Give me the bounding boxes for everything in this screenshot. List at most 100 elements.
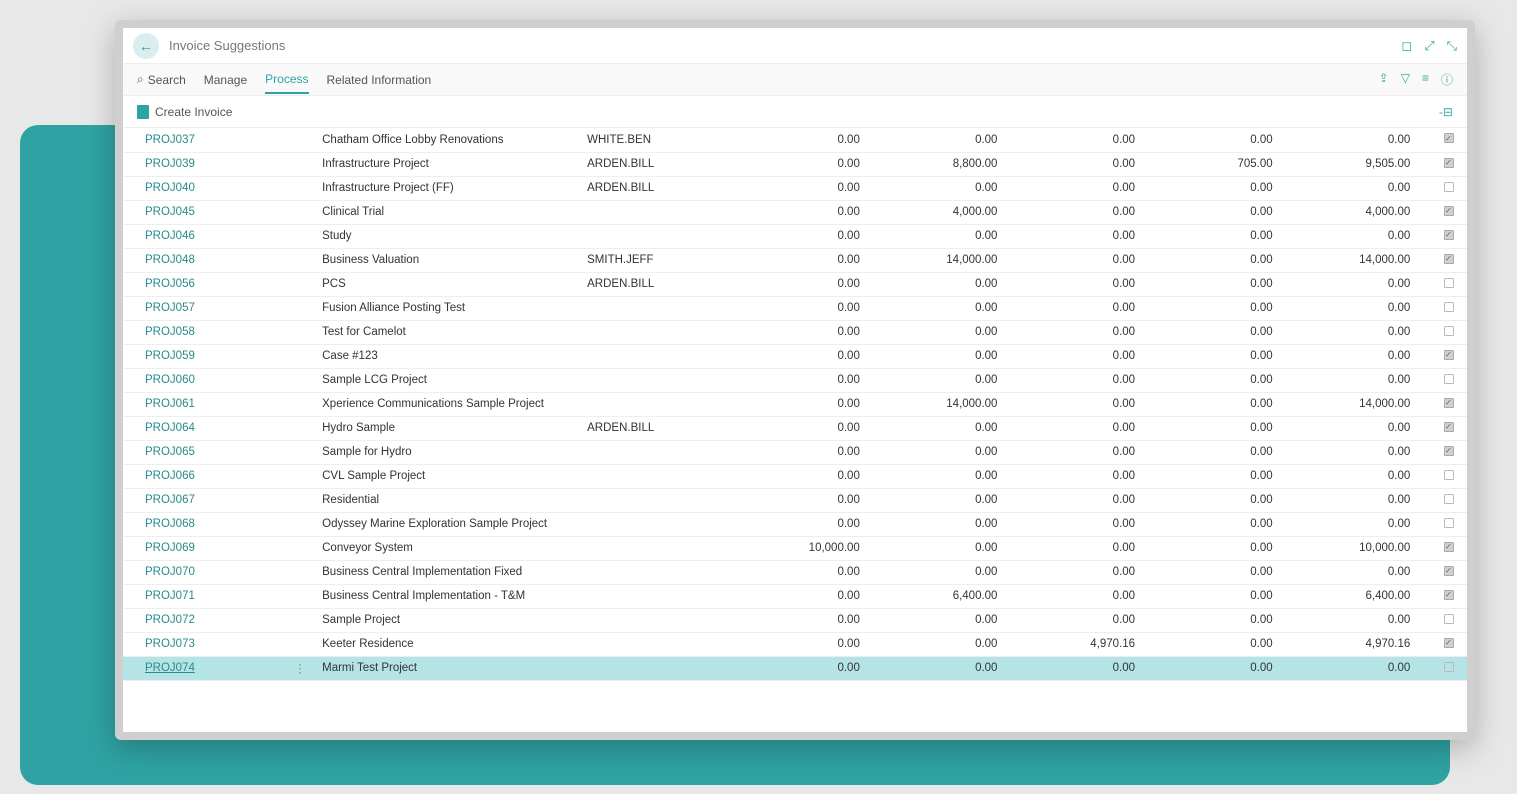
row-checkbox[interactable]: [1444, 133, 1454, 143]
project-link[interactable]: PROJ065: [123, 440, 286, 464]
back-button[interactable]: ←: [133, 33, 159, 59]
table-row[interactable]: PROJ039Infrastructure ProjectARDEN.BILL0…: [123, 152, 1467, 176]
project-link[interactable]: PROJ066: [123, 464, 286, 488]
amount-cell: 0.00: [1155, 128, 1293, 152]
project-link[interactable]: PROJ057: [123, 296, 286, 320]
row-checkbox[interactable]: [1444, 398, 1454, 408]
amount-cell: 0.00: [880, 344, 1018, 368]
project-owner: [579, 440, 742, 464]
collapse-icon[interactable]: ⤡: [1447, 38, 1457, 54]
row-menu-icon[interactable]: ⋮: [286, 656, 314, 680]
amount-cell: 0.00: [742, 440, 880, 464]
project-owner: [579, 608, 742, 632]
row-checkbox[interactable]: [1444, 494, 1454, 504]
table-row[interactable]: PROJ058Test for Camelot0.000.000.000.000…: [123, 320, 1467, 344]
list-icon[interactable]: ≡: [1422, 71, 1429, 88]
row-checkbox[interactable]: [1444, 662, 1454, 672]
amount-cell: 0.00: [1155, 224, 1293, 248]
table-row[interactable]: PROJ061Xperience Communications Sample P…: [123, 392, 1467, 416]
project-link[interactable]: PROJ040: [123, 176, 286, 200]
row-checkbox[interactable]: [1444, 422, 1454, 432]
amount-cell: 0.00: [1155, 656, 1293, 680]
row-checkbox[interactable]: [1444, 158, 1454, 168]
share-icon[interactable]: ⇪: [1379, 71, 1389, 88]
table-row[interactable]: PROJ073Keeter Residence0.000.004,970.160…: [123, 632, 1467, 656]
project-link[interactable]: PROJ056: [123, 272, 286, 296]
menu-related-information[interactable]: Related Information: [327, 67, 432, 93]
row-checkbox[interactable]: [1444, 638, 1454, 648]
table-row[interactable]: PROJ068Odyssey Marine Exploration Sample…: [123, 512, 1467, 536]
filter-icon[interactable]: ▽: [1401, 71, 1410, 88]
project-link[interactable]: PROJ048: [123, 248, 286, 272]
project-link[interactable]: PROJ068: [123, 512, 286, 536]
project-link[interactable]: PROJ061: [123, 392, 286, 416]
project-link[interactable]: PROJ072: [123, 608, 286, 632]
project-link[interactable]: PROJ069: [123, 536, 286, 560]
table-row[interactable]: PROJ060Sample LCG Project0.000.000.000.0…: [123, 368, 1467, 392]
table-row[interactable]: PROJ067Residential0.000.000.000.000.00: [123, 488, 1467, 512]
table-row[interactable]: PROJ057Fusion Alliance Posting Test0.000…: [123, 296, 1467, 320]
table-container[interactable]: PROJ037Chatham Office Lobby RenovationsW…: [123, 128, 1467, 732]
table-row[interactable]: PROJ072Sample Project0.000.000.000.000.0…: [123, 608, 1467, 632]
amount-cell: 0.00: [1155, 584, 1293, 608]
table-row[interactable]: PROJ064Hydro SampleARDEN.BILL0.000.000.0…: [123, 416, 1467, 440]
menu-process[interactable]: Process: [265, 66, 308, 94]
project-link[interactable]: PROJ039: [123, 152, 286, 176]
table-row[interactable]: PROJ069Conveyor System10,000.000.000.000…: [123, 536, 1467, 560]
table-row[interactable]: PROJ071Business Central Implementation -…: [123, 584, 1467, 608]
amount-cell: 0.00: [1155, 176, 1293, 200]
popout-icon[interactable]: ⤢: [1424, 38, 1434, 54]
table-row[interactable]: PROJ056PCSARDEN.BILL0.000.000.000.000.00: [123, 272, 1467, 296]
table-row[interactable]: PROJ037Chatham Office Lobby RenovationsW…: [123, 128, 1467, 152]
project-link[interactable]: PROJ074: [123, 656, 286, 680]
row-checkbox[interactable]: [1444, 326, 1454, 336]
project-link[interactable]: PROJ045: [123, 200, 286, 224]
project-link[interactable]: PROJ046: [123, 224, 286, 248]
table-row[interactable]: PROJ066CVL Sample Project0.000.000.000.0…: [123, 464, 1467, 488]
row-checkbox[interactable]: [1444, 446, 1454, 456]
row-checkbox[interactable]: [1444, 182, 1454, 192]
table-row[interactable]: PROJ059Case #1230.000.000.000.000.00: [123, 344, 1467, 368]
table-row[interactable]: PROJ070Business Central Implementation F…: [123, 560, 1467, 584]
table-row[interactable]: PROJ045Clinical Trial0.004,000.000.000.0…: [123, 200, 1467, 224]
row-checkbox-cell: [1430, 464, 1467, 488]
project-link[interactable]: PROJ070: [123, 560, 286, 584]
table-row[interactable]: PROJ040Infrastructure Project (FF)ARDEN.…: [123, 176, 1467, 200]
project-link[interactable]: PROJ067: [123, 488, 286, 512]
row-checkbox[interactable]: [1444, 518, 1454, 528]
project-link[interactable]: PROJ058: [123, 320, 286, 344]
project-link[interactable]: PROJ037: [123, 128, 286, 152]
project-link[interactable]: PROJ064: [123, 416, 286, 440]
row-checkbox[interactable]: [1444, 590, 1454, 600]
table-row[interactable]: PROJ048Business ValuationSMITH.JEFF0.001…: [123, 248, 1467, 272]
row-checkbox[interactable]: [1444, 206, 1454, 216]
table-row[interactable]: PROJ046Study0.000.000.000.000.00: [123, 224, 1467, 248]
project-link[interactable]: PROJ073: [123, 632, 286, 656]
create-invoice-button[interactable]: Create Invoice: [137, 105, 232, 119]
row-checkbox[interactable]: [1444, 566, 1454, 576]
row-checkbox[interactable]: [1444, 350, 1454, 360]
row-checkbox[interactable]: [1444, 470, 1454, 480]
row-checkbox[interactable]: [1444, 230, 1454, 240]
row-checkbox[interactable]: [1444, 542, 1454, 552]
amount-cell: 0.00: [1155, 464, 1293, 488]
row-checkbox[interactable]: [1444, 278, 1454, 288]
project-link[interactable]: PROJ059: [123, 344, 286, 368]
amount-cell: 0.00: [742, 464, 880, 488]
bookmark-icon[interactable]: ◻: [1401, 38, 1412, 54]
row-checkbox[interactable]: [1444, 254, 1454, 264]
table-row[interactable]: PROJ065Sample for Hydro0.000.000.000.000…: [123, 440, 1467, 464]
project-link[interactable]: PROJ071: [123, 584, 286, 608]
info-icon[interactable]: ⓘ: [1441, 71, 1453, 88]
row-checkbox[interactable]: [1444, 374, 1454, 384]
project-owner: SMITH.JEFF: [579, 248, 742, 272]
amount-cell: 0.00: [1017, 296, 1155, 320]
project-link[interactable]: PROJ060: [123, 368, 286, 392]
table-row[interactable]: PROJ074⋮Marmi Test Project0.000.000.000.…: [123, 656, 1467, 680]
row-checkbox[interactable]: [1444, 614, 1454, 624]
search-menu[interactable]: ⌕ Search: [137, 72, 186, 87]
row-checkbox[interactable]: [1444, 302, 1454, 312]
pin-icon[interactable]: -⊟: [1439, 105, 1453, 119]
menu-manage[interactable]: Manage: [204, 67, 247, 93]
project-description: Infrastructure Project: [314, 152, 579, 176]
